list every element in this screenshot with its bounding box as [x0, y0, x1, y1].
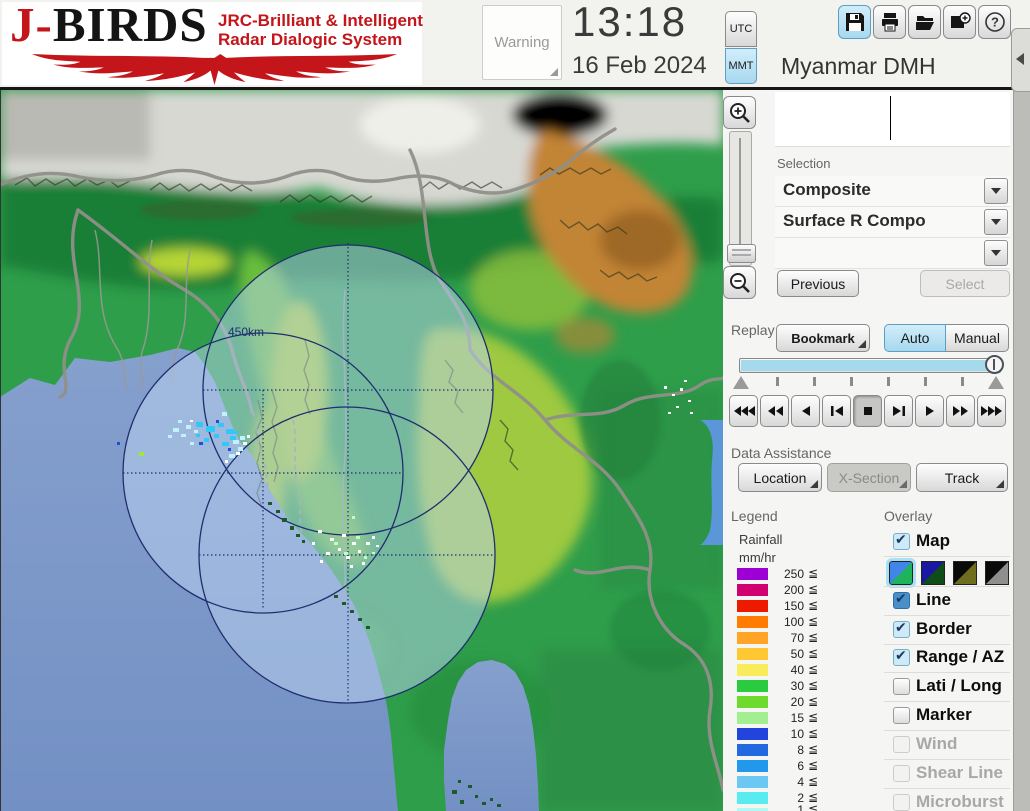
microburst-checkbox [893, 794, 910, 811]
text-cursor [890, 96, 891, 140]
replay-slider-thumb[interactable] [985, 355, 1004, 374]
step-forward-icon[interactable] [884, 395, 913, 427]
track-button[interactable]: Track [916, 463, 1008, 492]
map-checkbox[interactable] [893, 532, 910, 550]
map-style-blue-green[interactable] [886, 558, 916, 588]
data-assistance-label: Data Assistance [731, 445, 832, 461]
app-title: J-BIRDS [10, 0, 208, 52]
overlay-item-marker: Marker [916, 705, 972, 724]
help-icon[interactable]: ? [978, 5, 1011, 39]
svg-text:?: ? [991, 15, 999, 30]
replay-slider-fill [741, 360, 989, 371]
range-az-checkbox[interactable] [893, 648, 910, 666]
zoom-in-icon[interactable] [723, 96, 756, 129]
eagle-logo-icon [32, 53, 397, 85]
legend-section-label: Legend [731, 508, 778, 524]
replay-slider-track[interactable] [739, 358, 1001, 373]
app-logo: J-BIRDS JRC-Brilliant & Intelligent Rada… [2, 0, 423, 85]
mmt-toggle-button[interactable]: MMT [725, 48, 757, 84]
play-icon[interactable] [915, 395, 944, 427]
product-list-box[interactable] [775, 92, 1010, 147]
warning-button[interactable]: Warning [482, 5, 562, 80]
replay-section-label: Replay [731, 322, 775, 338]
x-section-button[interactable]: X-Section [827, 463, 911, 492]
app-window: 450km J-BIRDS JRC-Brilliant & Intelligen… [0, 0, 1030, 811]
fast-forward-icon[interactable] [946, 395, 975, 427]
location-button[interactable]: Location [738, 463, 822, 492]
lati-long-checkbox[interactable] [893, 678, 910, 695]
print-icon[interactable] [873, 5, 906, 39]
overlay-item-border: Border [916, 619, 972, 638]
slider-end-marker[interactable] [988, 376, 1004, 389]
stop-icon[interactable] [853, 395, 882, 427]
bookmark-button[interactable]: Bookmark [776, 324, 870, 352]
line-checkbox[interactable] [893, 591, 910, 609]
step-back-icon[interactable] [822, 395, 851, 427]
overlay-item-shear-line: Shear Line [916, 763, 1003, 782]
range-ring-label: 450km [228, 325, 264, 339]
map-style-black-olive[interactable] [953, 561, 977, 585]
add-image-icon[interactable] [943, 5, 976, 39]
dropdown-product-option[interactable] [775, 238, 1010, 269]
border-checkbox[interactable] [893, 620, 910, 638]
clock-date: 16 Feb 2024 [572, 52, 707, 79]
station-title: Myanmar DMH [781, 53, 936, 79]
zoom-slider[interactable] [727, 131, 756, 266]
overlay-item-range-az: Range / AZ [916, 647, 1005, 666]
map-style-black-gray[interactable] [985, 561, 1009, 585]
map-style-navy-dkgreen[interactable] [921, 561, 945, 585]
fastest-forward-icon[interactable] [977, 395, 1006, 427]
save-icon[interactable] [838, 5, 871, 39]
zoom-slider-thumb[interactable] [727, 244, 756, 263]
app-slogan: JRC-Brilliant & Intelligent Radar Dialog… [218, 11, 423, 49]
overlay-section-label: Overlay [884, 508, 933, 524]
play-reverse-icon[interactable] [791, 395, 820, 427]
chevron-down-icon[interactable] [984, 209, 1008, 235]
overlay-item-microburst: Microburst [916, 792, 1004, 811]
overlay-item-wind: Wind [916, 734, 958, 753]
utc-toggle-button[interactable]: UTC [725, 11, 757, 47]
open-folder-icon[interactable] [908, 5, 941, 39]
wind-checkbox [893, 736, 910, 753]
selection-section-label: Selection [777, 156, 831, 171]
dropdown-product[interactable]: Surface R Compo [775, 207, 1010, 238]
collapse-panel-arrow-icon[interactable] [1011, 28, 1030, 92]
panel-splitter[interactable] [1013, 40, 1030, 811]
slider-start-marker[interactable] [733, 376, 749, 389]
manual-mode-button[interactable]: Manual [946, 324, 1009, 352]
select-button[interactable]: Select [920, 270, 1010, 297]
clock-time: 13:18 [572, 0, 688, 45]
overlay-item-lati-long: Lati / Long [916, 676, 1002, 695]
previous-button[interactable]: Previous [777, 270, 859, 297]
terrain-map-image: 450km [0, 90, 725, 811]
marker-checkbox[interactable] [893, 707, 910, 724]
radar-map[interactable]: 450km [0, 90, 725, 811]
zoom-out-icon[interactable] [723, 266, 756, 299]
chevron-down-icon[interactable] [984, 178, 1008, 204]
overlay-item-line: Line [916, 590, 951, 609]
fast-rewind-icon[interactable] [729, 395, 758, 427]
shear-line-checkbox [893, 765, 910, 782]
overlay-item-map: Map [916, 531, 950, 550]
rewind-icon[interactable] [760, 395, 789, 427]
auto-mode-button[interactable]: Auto [884, 324, 946, 352]
chevron-down-icon[interactable] [984, 240, 1008, 266]
dropdown-product-type[interactable]: Composite [775, 176, 1010, 207]
legend-unit: Rainfall mm/hr [739, 532, 783, 565]
